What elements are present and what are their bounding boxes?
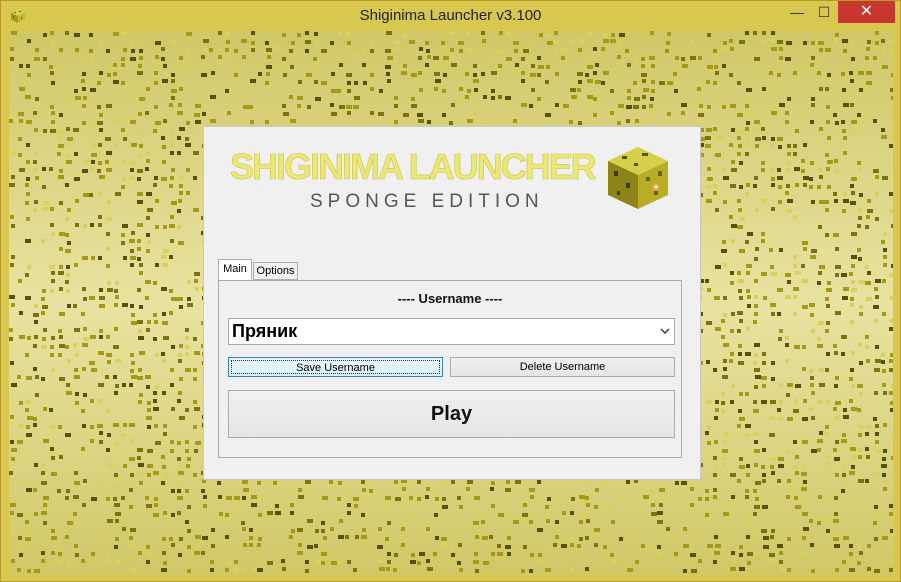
window-title: Shiginima Launcher v3.100 xyxy=(359,7,542,24)
username-combobox[interactable]: Пряник xyxy=(228,318,675,345)
save-username-button[interactable]: Save Username xyxy=(228,357,443,377)
launcher-window: Shiginima Launcher v3.100 — ☐ ✕ SHIGINIM… xyxy=(0,0,901,582)
launcher-panel: SHIGINIMA LAUNCHER SPONGE EDITION Main O… xyxy=(203,126,701,480)
chevron-down-icon[interactable] xyxy=(660,327,670,335)
minimize-button[interactable]: — xyxy=(784,1,810,23)
launcher-logo: SHIGINIMA LAUNCHER SPONGE EDITION xyxy=(230,146,668,212)
save-username-label: Save Username xyxy=(231,360,440,374)
title-bar[interactable]: Shiginima Launcher v3.100 — ☐ ✕ xyxy=(1,1,900,31)
tab-options[interactable]: Options xyxy=(253,262,298,280)
logo-subtitle: SPONGE EDITION xyxy=(310,191,544,212)
launcher-background: SHIGINIMA LAUNCHER SPONGE EDITION Main O… xyxy=(9,31,893,575)
sponge-cube-icon xyxy=(608,147,668,209)
maximize-button[interactable]: ☐ xyxy=(811,1,837,23)
tab-page-main: ---- Username ---- Пряник Save Username … xyxy=(218,280,682,458)
delete-username-button[interactable]: Delete Username xyxy=(450,357,675,377)
logo-title: SHIGINIMA LAUNCHER xyxy=(230,146,597,187)
play-button[interactable]: Play xyxy=(228,390,675,438)
tab-main[interactable]: Main xyxy=(218,259,252,280)
username-value: Пряник xyxy=(232,321,298,341)
username-heading: ---- Username ---- xyxy=(397,291,503,306)
close-button[interactable]: ✕ xyxy=(838,1,895,23)
